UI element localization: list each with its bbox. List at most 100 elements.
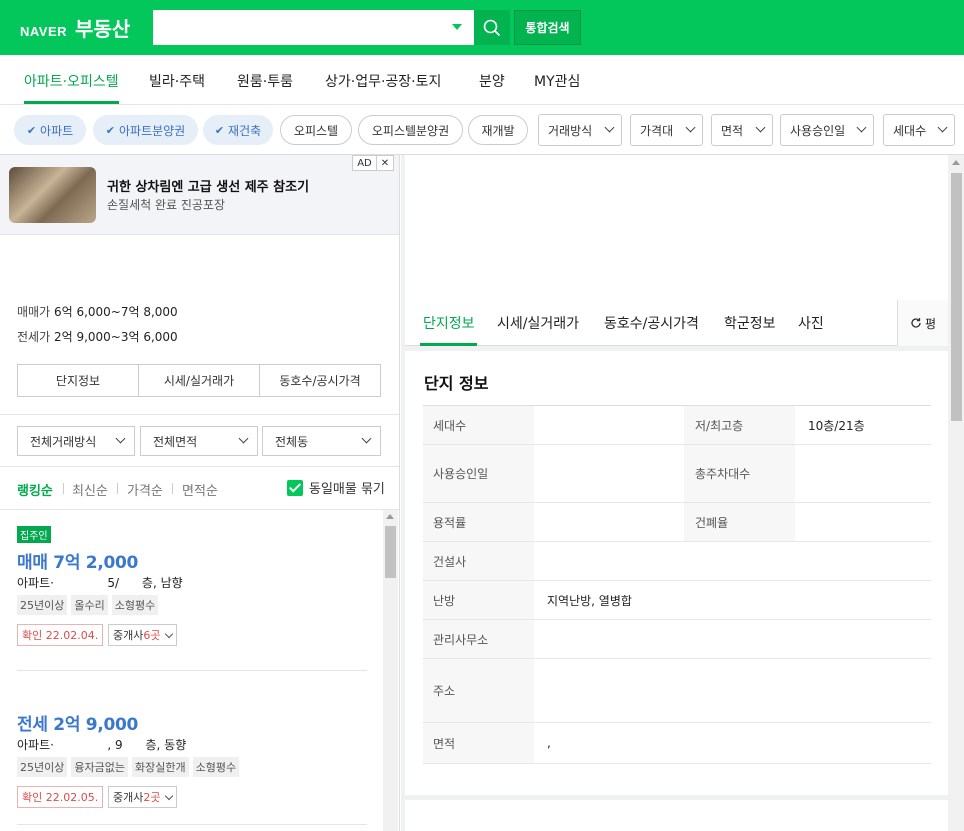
owner-badge: 집주인 xyxy=(17,526,51,543)
search-button[interactable] xyxy=(474,10,510,45)
nav-item-villa[interactable]: 빌라·주택 xyxy=(149,71,205,91)
listing-scrollbar[interactable] xyxy=(383,510,398,831)
tab-school[interactable]: 학군정보 xyxy=(724,313,776,333)
category-nav: 아파트·오피스텔 빌라·주택 원룸·투룸 상가·업무·공장·토지 분양 MY관심 xyxy=(0,55,964,105)
nav-item-apartment[interactable]: 아파트·오피스텔 xyxy=(24,71,119,91)
tab-market-price[interactable]: 시세/실거래가 xyxy=(497,313,579,333)
nav-item-my[interactable]: MY관심 xyxy=(534,71,580,91)
row-value xyxy=(534,406,547,444)
lease-value: 2억 9,000~3억 6,000 xyxy=(53,330,178,344)
select-label: 전체거래방식 xyxy=(30,434,97,449)
tab-complex-info[interactable]: 단지정보 xyxy=(18,365,139,396)
divider xyxy=(17,824,367,825)
dropdown-area[interactable]: 면적 xyxy=(711,114,773,146)
listing-item[interactable]: 집주인 매매 7억 2,000 아파트· 5/ 층, 남향 25년이상 올수리 … xyxy=(17,526,367,646)
divider xyxy=(0,414,399,415)
group-same-listings[interactable]: 동일매물 묶기 xyxy=(287,478,385,497)
row-value xyxy=(534,445,547,502)
chip-apartment[interactable]: ✔ 아파트 xyxy=(14,115,86,145)
map-area[interactable] xyxy=(405,155,948,300)
chip-officetel[interactable]: 오피스텔 xyxy=(280,115,352,145)
sort-area[interactable]: 면적순 xyxy=(182,480,218,499)
tag: 소형평수 xyxy=(111,595,159,615)
broker-dropdown[interactable]: 중개사 6곳 xyxy=(108,624,177,646)
tag: 소형평수 xyxy=(192,757,240,777)
scroll-thumb[interactable] xyxy=(951,173,962,421)
ad-badge: AD ✕ xyxy=(352,155,394,171)
complex-info-table: 세대수 저/최고층 10층/21층 사용승인일 총주차대수 용적률 건폐율 건설… xyxy=(423,405,931,764)
checkbox-checked-icon[interactable] xyxy=(287,479,303,496)
group-label: 동일매물 묶기 xyxy=(309,482,385,497)
chevron-down-icon xyxy=(604,122,615,133)
chip-label: 아파트분양권 xyxy=(118,123,186,138)
chip-label: 재건축 xyxy=(228,123,262,138)
table-row: 주소 xyxy=(423,659,931,723)
divider xyxy=(172,483,173,494)
nav-item-oneroom[interactable]: 원룸·투룸 xyxy=(237,71,293,91)
chevron-down-icon xyxy=(361,433,372,444)
chip-apartment-presale[interactable]: ✔ 아파트분양권 xyxy=(93,115,198,145)
complex-info-tabs: 단지정보 시세/실거래가 동호수/공시가격 xyxy=(17,364,381,397)
search-icon xyxy=(483,19,501,36)
scroll-up-icon[interactable] xyxy=(952,160,960,165)
chevron-down-icon xyxy=(685,122,696,133)
scroll-up-icon[interactable] xyxy=(386,514,394,519)
row-value xyxy=(795,503,808,541)
close-icon[interactable]: ✕ xyxy=(377,156,393,170)
dropdown-price[interactable]: 가격대 xyxy=(630,114,703,146)
listing-item[interactable]: 전세 2억 9,000 아파트· , 9 층, 동향 25년이상 융자금없는 화… xyxy=(17,688,367,808)
next-section-card xyxy=(405,800,948,831)
unit-toggle-button[interactable]: 평 xyxy=(897,300,948,346)
tab-unit-price[interactable]: 동호수/공시가격 xyxy=(260,365,380,396)
logo[interactable]: NAVER 부동산 xyxy=(20,13,130,42)
table-row: 건설사 xyxy=(423,542,931,581)
dropdown-deal-type[interactable]: 거래방식 xyxy=(538,114,622,146)
row-value xyxy=(534,620,547,658)
nav-active-indicator xyxy=(24,101,119,104)
listing-tags: 25년이상 융자금없는 화장실한개 소형평수 xyxy=(17,757,240,777)
tag: 25년이상 xyxy=(17,595,68,615)
select-building[interactable]: 전체동 xyxy=(262,426,381,456)
select-area[interactable]: 전체면적 xyxy=(140,426,258,456)
row-key: 총주차대수 xyxy=(684,445,795,502)
listing-type: 아파트· , 9 층, 동향 xyxy=(17,738,187,752)
sale-label: 매매가 xyxy=(17,305,51,319)
select-deal-type[interactable]: 전체거래방식 xyxy=(17,426,135,456)
dropdown-approval-date[interactable]: 사용승인일 xyxy=(780,114,874,146)
tag: 25년이상 xyxy=(17,757,68,777)
ad-subtitle: 손질세척 완료 진공포장 xyxy=(107,198,226,212)
chip-reconstruction[interactable]: ✔ 재건축 xyxy=(203,115,273,145)
tab-complex-info[interactable]: 단지정보 xyxy=(423,313,475,333)
tab-market-price[interactable]: 시세/실거래가 xyxy=(139,365,260,396)
chevron-down-icon[interactable] xyxy=(452,24,462,30)
sort-bar: 랭킹순 최신순 가격순 면적순 동일매물 묶기 xyxy=(0,466,399,510)
listing-price[interactable]: 매매 7억 2,000 xyxy=(17,548,138,573)
scroll-thumb[interactable] xyxy=(385,526,396,578)
row-value: 지역난방, 열병합 xyxy=(547,593,632,608)
ad-banner[interactable]: 귀한 상차림엔 고급 생선 제주 참조기 손질세척 완료 진공포장 AD ✕ xyxy=(0,155,399,235)
detail-scrollbar[interactable] xyxy=(949,155,964,831)
sort-price[interactable]: 가격순 xyxy=(127,480,163,499)
sort-latest[interactable]: 최신순 xyxy=(72,480,108,499)
broker-count: 2곳 xyxy=(143,791,161,804)
sort-ranking[interactable]: 랭킹순 xyxy=(17,480,53,499)
broker-dropdown[interactable]: 중개사 2곳 xyxy=(108,786,177,808)
chip-officetel-presale[interactable]: 오피스텔분양권 xyxy=(358,115,463,145)
total-search-button[interactable]: 통합검색 xyxy=(514,10,581,45)
broker-label: 중개사 xyxy=(113,629,144,642)
listing-price[interactable]: 전세 2억 9,000 xyxy=(17,710,138,735)
tab-unit-price[interactable]: 동호수/공시가격 xyxy=(604,313,699,333)
search-input[interactable] xyxy=(153,10,474,45)
tab-photos[interactable]: 사진 xyxy=(798,313,824,333)
nav-item-presale[interactable]: 분양 xyxy=(479,71,505,91)
nav-item-commercial[interactable]: 상가·업무·공장·토지 xyxy=(325,71,441,91)
chevron-down-icon xyxy=(937,122,948,133)
dropdown-label: 면적 xyxy=(721,123,744,138)
chip-redevelopment[interactable]: 재개발 xyxy=(468,115,528,145)
chevron-down-icon xyxy=(856,122,867,133)
chevron-down-icon xyxy=(115,433,126,444)
dropdown-households[interactable]: 세대수 xyxy=(883,114,955,146)
dropdown-label: 가격대 xyxy=(640,123,674,138)
ad-label: AD xyxy=(353,156,377,170)
row-key: 건설사 xyxy=(423,542,534,580)
